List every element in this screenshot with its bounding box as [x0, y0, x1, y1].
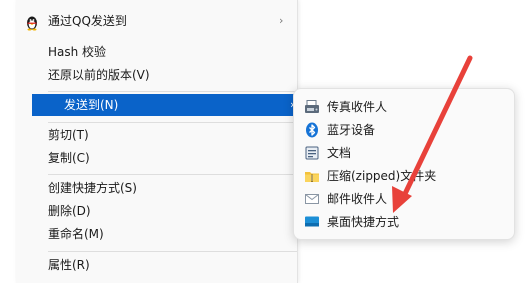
submenu-item-label: 文档 — [327, 146, 352, 160]
submenu-item-label: 压缩(zipped)文件夹 — [327, 169, 437, 183]
menu-item-label: 重命名(M) — [48, 227, 104, 241]
submenu-item-mail-recipient[interactable]: 邮件收件人 — [294, 188, 514, 210]
menu-item-label: 剪切(T) — [48, 128, 89, 142]
desktop-icon — [305, 216, 319, 227]
submenu-item-label: 传真收件人 — [327, 100, 388, 114]
menu-item-hash-check[interactable]: Hash 校验 — [16, 41, 297, 63]
send-to-submenu: 传真收件人 蓝牙设备 文档 压缩(zipped)文件夹 邮件收件人 桌面快捷方式 — [293, 88, 515, 240]
menu-item-label: 通过QQ发送到 — [48, 14, 127, 28]
menu-separator — [48, 91, 297, 92]
menu-item-label: 发送到(N) — [64, 98, 119, 112]
menu-item-copy[interactable]: 复制(C) — [16, 147, 297, 169]
menu-item-rename[interactable]: 重命名(M) — [16, 223, 297, 245]
menu-item-label: 还原以前的版本(V) — [48, 68, 150, 82]
menu-item-properties[interactable]: 属性(R) — [16, 254, 297, 276]
submenu-item-bluetooth-device[interactable]: 蓝牙设备 — [294, 119, 514, 141]
mail-icon — [305, 194, 319, 204]
menu-item-create-shortcut[interactable]: 创建快捷方式(S) — [16, 177, 297, 199]
menu-separator — [48, 251, 297, 252]
fax-icon — [305, 100, 319, 113]
qq-penguin-icon — [27, 16, 37, 31]
submenu-item-fax-recipient[interactable]: 传真收件人 — [294, 96, 514, 118]
bluetooth-icon — [306, 122, 318, 138]
menu-item-send-via-qq[interactable]: 通过QQ发送到 › — [16, 10, 297, 32]
menu-separator — [48, 122, 297, 123]
chevron-right-icon: › — [279, 14, 284, 27]
menu-item-cut[interactable]: 剪切(T) — [16, 124, 297, 146]
submenu-item-zip-folder[interactable]: 压缩(zipped)文件夹 — [294, 165, 514, 187]
document-icon — [305, 146, 319, 160]
submenu-item-documents[interactable]: 文档 — [294, 142, 514, 164]
menu-item-label: 创建快捷方式(S) — [48, 181, 137, 195]
menu-item-label: 属性(R) — [48, 258, 90, 272]
menu-item-label: 删除(D) — [48, 204, 91, 218]
submenu-item-label: 桌面快捷方式 — [327, 215, 400, 229]
submenu-item-label: 蓝牙设备 — [327, 123, 376, 137]
context-menu: 通过QQ发送到 › Hash 校验 还原以前的版本(V) 发送到(N) › 剪切… — [16, 0, 307, 283]
menu-item-label: Hash 校验 — [48, 45, 107, 59]
menu-item-delete[interactable]: 删除(D) — [16, 200, 297, 222]
menu-item-restore-previous-versions[interactable]: 还原以前的版本(V) — [16, 64, 297, 86]
menu-item-send-to[interactable]: 发送到(N) › — [32, 94, 307, 116]
menu-item-label: 复制(C) — [48, 151, 90, 165]
zip-folder-icon — [305, 172, 319, 182]
submenu-item-label: 邮件收件人 — [327, 192, 388, 206]
menu-separator — [48, 174, 297, 175]
submenu-item-desktop-shortcut[interactable]: 桌面快捷方式 — [294, 211, 514, 233]
